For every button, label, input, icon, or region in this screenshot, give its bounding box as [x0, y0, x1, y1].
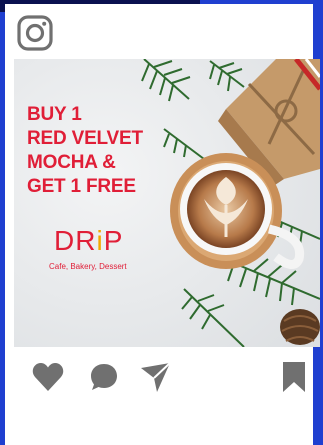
brand-tagline: Cafe, Bakery, Dessert	[49, 262, 127, 271]
brand-logo-accent: i	[96, 225, 104, 256]
send-icon[interactable]	[138, 360, 172, 394]
instagram-icon[interactable]	[17, 15, 53, 51]
promo-headline: BUY 1 RED VELVET MOCHA & GET 1 FREE	[27, 103, 177, 199]
comment-icon[interactable]	[87, 360, 121, 394]
pine-cone	[280, 309, 320, 345]
bookmark-icon[interactable]	[277, 360, 311, 394]
promo-line: RED VELVET	[27, 128, 143, 149]
heart-icon[interactable]	[31, 360, 65, 394]
post-image: BUY 1 RED VELVET MOCHA & GET 1 FREE DRiP…	[14, 59, 320, 347]
promo-line: BUY 1	[27, 104, 82, 125]
promo-line: GET 1 FREE	[27, 176, 136, 197]
brand-logo-part: P	[103, 225, 124, 256]
promo-line: MOCHA &	[27, 152, 116, 173]
brand-logo-part: DR	[54, 225, 97, 256]
action-bar	[5, 360, 313, 400]
post-card: BUY 1 RED VELVET MOCHA & GET 1 FREE DRiP…	[5, 4, 320, 445]
brand-logo: DRiP	[54, 225, 123, 257]
